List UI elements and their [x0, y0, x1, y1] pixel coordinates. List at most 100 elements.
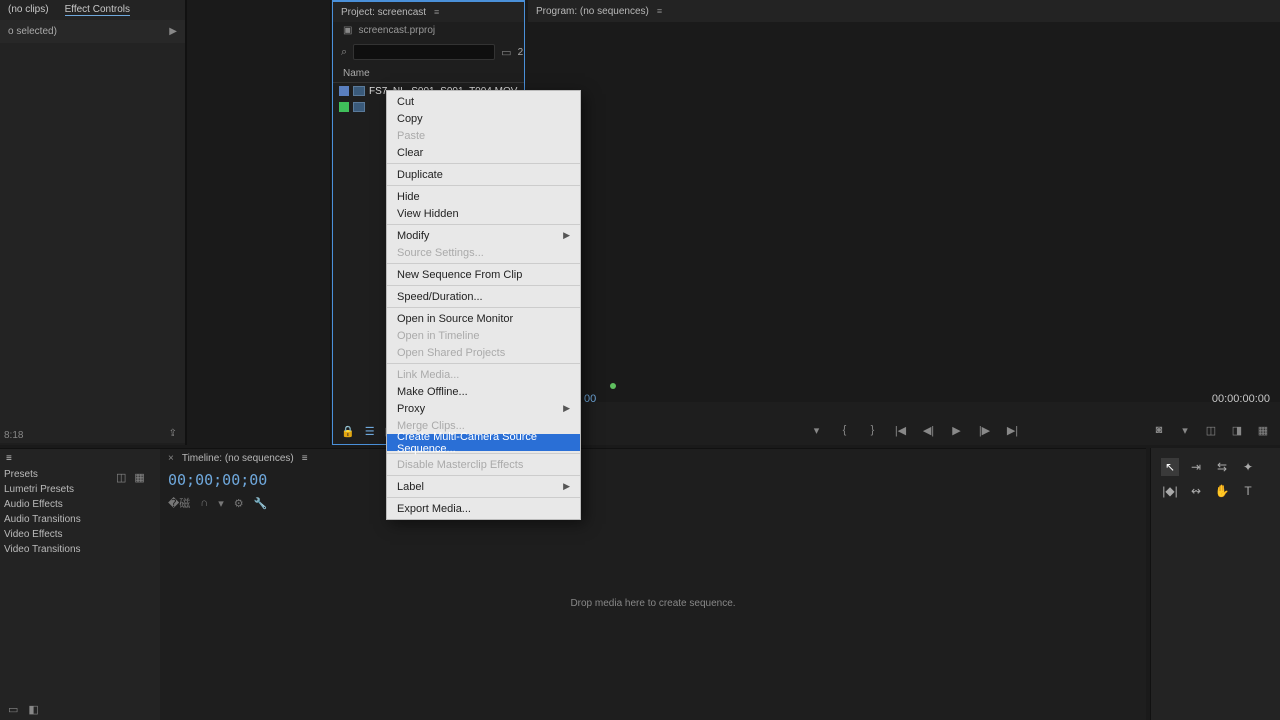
snap-icon[interactable]: �磁 [168, 495, 190, 511]
project-title: Project: screencast [341, 7, 426, 18]
source-tabs: (no clips) Effect Controls [0, 0, 185, 20]
menu-multicam[interactable]: Create Multi-Camera Source Sequence... [387, 434, 580, 451]
menu-view-hidden[interactable]: View Hidden [387, 205, 580, 222]
menu-separator [387, 363, 580, 364]
hand-tool-icon[interactable]: ✋ [1213, 482, 1231, 500]
panel-menu-icon[interactable]: ≡ [657, 6, 662, 16]
menu-hide[interactable]: Hide [387, 188, 580, 205]
effects-footer: ▭ ◧ [8, 703, 39, 716]
extract-icon[interactable]: ◨ [1230, 423, 1244, 437]
panel-menu-icon[interactable]: ≡ [434, 7, 439, 17]
effects-header[interactable]: ≡ [0, 449, 160, 467]
menu-open-shared: Open Shared Projects [387, 344, 580, 361]
camera-icon[interactable]: ◙ [1152, 423, 1166, 437]
menu-separator [387, 224, 580, 225]
effects-lumetri[interactable]: Lumetri Presets [0, 482, 160, 497]
project-filename: screencast.prproj [358, 25, 435, 36]
panel-menu-icon[interactable]: ≡ [6, 453, 12, 464]
trash-icon[interactable]: ◧ [28, 703, 38, 716]
menu-duplicate[interactable]: Duplicate [387, 166, 580, 183]
menu-separator [387, 163, 580, 164]
chevron-right-icon[interactable]: ▶ [169, 26, 177, 37]
submenu-arrow-icon: ▶ [563, 230, 570, 241]
clip-icon [353, 102, 365, 112]
ripple-edit-tool-icon[interactable]: ⇆ [1213, 458, 1231, 476]
menu-clear[interactable]: Clear [387, 144, 580, 161]
project-breadcrumb[interactable]: ▣ screencast.prproj [333, 22, 524, 39]
menu-open-timeline: Open in Timeline [387, 327, 580, 344]
menu-proxy[interactable]: Proxy▶ [387, 400, 580, 417]
menu-open-source-monitor[interactable]: Open in Source Monitor [387, 310, 580, 327]
new-bin-icon[interactable]: ▭ [501, 46, 511, 59]
effects-audio-fx[interactable]: Audio Effects [0, 497, 160, 512]
step-forward-icon[interactable]: |▶ [978, 423, 992, 437]
clip-icon [353, 86, 365, 96]
lock-icon[interactable]: 🔒 [341, 425, 355, 438]
search-icon[interactable]: ⌕ [341, 46, 347, 59]
menu-copy[interactable]: Copy [387, 110, 580, 127]
tab-effect-controls[interactable]: Effect Controls [65, 4, 130, 16]
effects-video-fx[interactable]: Video Effects [0, 527, 160, 542]
menu-separator [387, 497, 580, 498]
menu-modify[interactable]: Modify▶ [387, 227, 580, 244]
project-panel-header[interactable]: Project: screencast ≡ [333, 0, 524, 22]
tools-panel: ↖ ⇥ ⇆ ✦ |◆| ↭ ✋ T [1150, 448, 1280, 720]
linked-selection-icon[interactable]: ∩ [200, 497, 208, 509]
type-tool-icon[interactable]: T [1239, 482, 1257, 500]
go-to-in-icon[interactable]: |◀ [894, 423, 908, 437]
timeline-timecode[interactable]: 00;00;00;00 [160, 467, 1146, 493]
step-back-icon[interactable]: ◀| [922, 423, 936, 437]
menu-export-media[interactable]: Export Media... [387, 500, 580, 517]
menu-cut[interactable]: Cut [387, 93, 580, 110]
timeline-drop-area[interactable]: Drop media here to create sequence. [160, 513, 1146, 693]
razor-tool-icon[interactable]: |◆| [1161, 482, 1179, 500]
bin-icon: ▣ [343, 25, 352, 36]
export-frame-icon[interactable]: ▾ [1178, 423, 1192, 437]
menu-source-settings: Source Settings... [387, 244, 580, 261]
source-timecode: 8:18 [4, 430, 23, 441]
effects-video-tr[interactable]: Video Transitions [0, 542, 160, 557]
export-icon[interactable]: ⇪ [169, 428, 177, 439]
timeline-panel: × Timeline: (no sequences) ≡ ◫ ▦ 00;00;0… [160, 448, 1146, 720]
program-panel-header[interactable]: Program: (no sequences) ≡ [528, 0, 1280, 22]
source-body [0, 43, 185, 443]
menu-label[interactable]: Label▶ [387, 478, 580, 495]
selection-tool-icon[interactable]: ↖ [1161, 458, 1179, 476]
effects-panel: ≡ Presets Lumetri Presets Audio Effects … [0, 448, 160, 720]
play-icon[interactable]: ▶ [950, 423, 964, 437]
track-select-tool-icon[interactable]: ⇥ [1187, 458, 1205, 476]
mark-in-icon[interactable]: ▾ [810, 423, 824, 437]
effects-audio-tr[interactable]: Audio Transitions [0, 512, 160, 527]
submenu-arrow-icon: ▶ [563, 481, 570, 492]
list-view-icon[interactable]: ☰ [365, 425, 375, 438]
tab-no-clips[interactable]: (no clips) [8, 4, 49, 16]
insert-icon[interactable]: ◫ [116, 471, 126, 484]
panel-menu-icon[interactable]: ≡ [302, 453, 308, 464]
mark-out-bracket-icon[interactable]: } [866, 423, 880, 437]
marker-icon[interactable]: ▾ [218, 497, 224, 510]
rate-stretch-tool-icon[interactable]: ✦ [1239, 458, 1257, 476]
menu-make-offline[interactable]: Make Offline... [387, 383, 580, 400]
menu-separator [387, 285, 580, 286]
new-bin-icon[interactable]: ▭ [8, 703, 18, 716]
settings-icon[interactable]: ⚙ [234, 497, 244, 510]
menu-speed-duration[interactable]: Speed/Duration... [387, 288, 580, 305]
menu-new-sequence[interactable]: New Sequence From Clip [387, 266, 580, 283]
playhead-indicator [610, 383, 616, 389]
menu-separator [387, 307, 580, 308]
overwrite-icon[interactable]: ▦ [134, 471, 144, 484]
close-icon[interactable]: × [168, 453, 174, 464]
mark-in-bracket-icon[interactable]: { [838, 423, 852, 437]
project-search-input[interactable] [353, 44, 495, 60]
settings-icon[interactable]: ▦ [1256, 423, 1270, 437]
go-to-out-icon[interactable]: ▶| [1006, 423, 1020, 437]
menu-link-media: Link Media... [387, 366, 580, 383]
slip-tool-icon[interactable]: ↭ [1187, 482, 1205, 500]
program-timecode-right: 00:00:00:00 [1212, 393, 1270, 405]
wrench-icon[interactable]: 🔧 [254, 497, 268, 510]
timeline-left-icons: ◫ ▦ [116, 471, 145, 484]
lift-icon[interactable]: ◫ [1204, 423, 1218, 437]
label-swatch-blue [339, 86, 349, 96]
project-column-name[interactable]: Name [333, 65, 524, 83]
timeline-header[interactable]: × Timeline: (no sequences) ≡ [160, 449, 1146, 467]
